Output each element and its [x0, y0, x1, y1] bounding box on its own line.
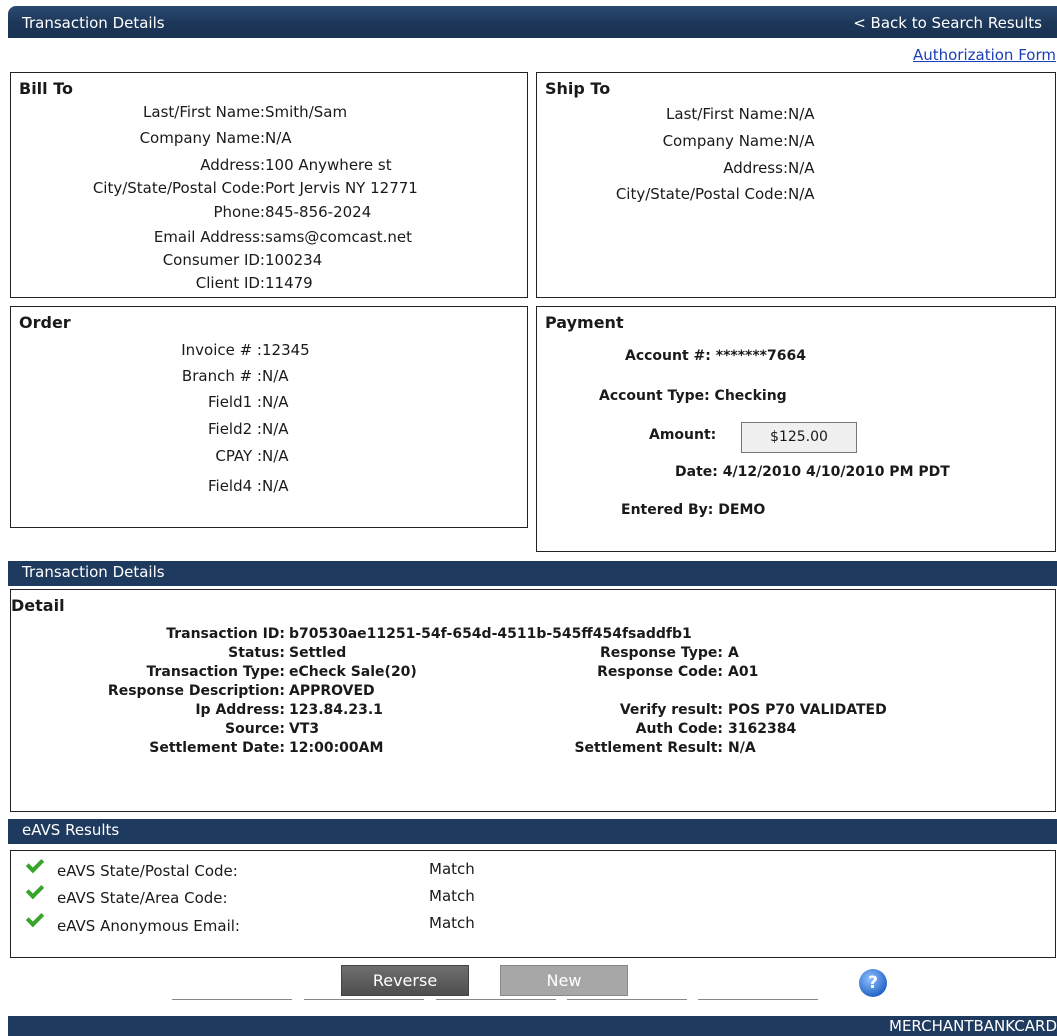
payment-title: Payment	[545, 313, 624, 332]
back-to-search-link[interactable]: < Back to Search Results	[853, 14, 1042, 32]
order-panel: Order Invoice # :12345 Branch # : N/A Fie…	[10, 306, 528, 528]
eavs-value: Match	[429, 860, 475, 878]
brand-name: MERCHANTBANKCARD	[889, 1017, 1057, 1035]
transaction-date: Date: 4/12/2010 4/10/2010 PM PDT	[675, 464, 950, 480]
account-number: Account #: *******7664	[625, 348, 806, 364]
eavs-label: eAVS Anonymous Email:	[57, 917, 240, 935]
account-type: Account Type: Checking	[599, 388, 787, 404]
check-icon	[25, 880, 45, 900]
divider	[698, 999, 818, 1000]
transaction-details-header-title: Transaction Details	[22, 563, 165, 581]
bill-to-panel: Bill To Last/First Name: Smith/Sam Compan…	[10, 72, 528, 298]
check-icon	[25, 854, 45, 874]
reverse-button[interactable]: Reverse	[341, 965, 469, 996]
payment-panel: Payment Account #: *******7664 Account T…	[536, 306, 1056, 552]
eavs-value: Match	[429, 914, 475, 932]
divider	[172, 999, 292, 1000]
ship-to-title: Ship To	[545, 79, 611, 98]
transaction-details-header: Transaction Details	[8, 561, 1057, 586]
page-title: Transaction Details	[22, 14, 165, 32]
authorization-form-link[interactable]: Authorization Form	[913, 46, 1056, 64]
eavs-label: eAVS State/Area Code:	[57, 889, 228, 907]
new-button[interactable]: New	[500, 965, 628, 996]
detail-panel: Detail Transaction ID: b70530ae11251-54f-…	[10, 589, 1056, 812]
footer-bar: MERCHANTBANKCARD	[8, 1016, 1057, 1036]
eavs-label: eAVS State/Postal Code:	[57, 862, 238, 880]
ship-to-panel: Ship To Last/First Name: N/A Company Name…	[536, 72, 1056, 298]
divider	[436, 999, 556, 1000]
divider	[567, 999, 687, 1000]
amount-label: Amount:	[649, 427, 717, 443]
entered-by: Entered By: DEMO	[621, 502, 766, 518]
divider	[304, 999, 424, 1000]
check-icon	[25, 908, 45, 928]
help-icon[interactable]: ?	[859, 969, 887, 997]
bill-to-title: Bill To	[19, 79, 73, 98]
eavs-header-title: eAVS Results	[22, 821, 120, 839]
eavs-value: Match	[429, 887, 475, 905]
page-header: Transaction Details < Back to Search Res…	[8, 6, 1057, 38]
order-title: Order	[19, 313, 71, 332]
eavs-panel: eAVS State/Postal Code: Match eAVS State…	[10, 850, 1056, 958]
detail-title: Detail	[11, 596, 65, 615]
eavs-header: eAVS Results	[8, 819, 1057, 844]
amount-field: $125.00	[741, 422, 857, 453]
